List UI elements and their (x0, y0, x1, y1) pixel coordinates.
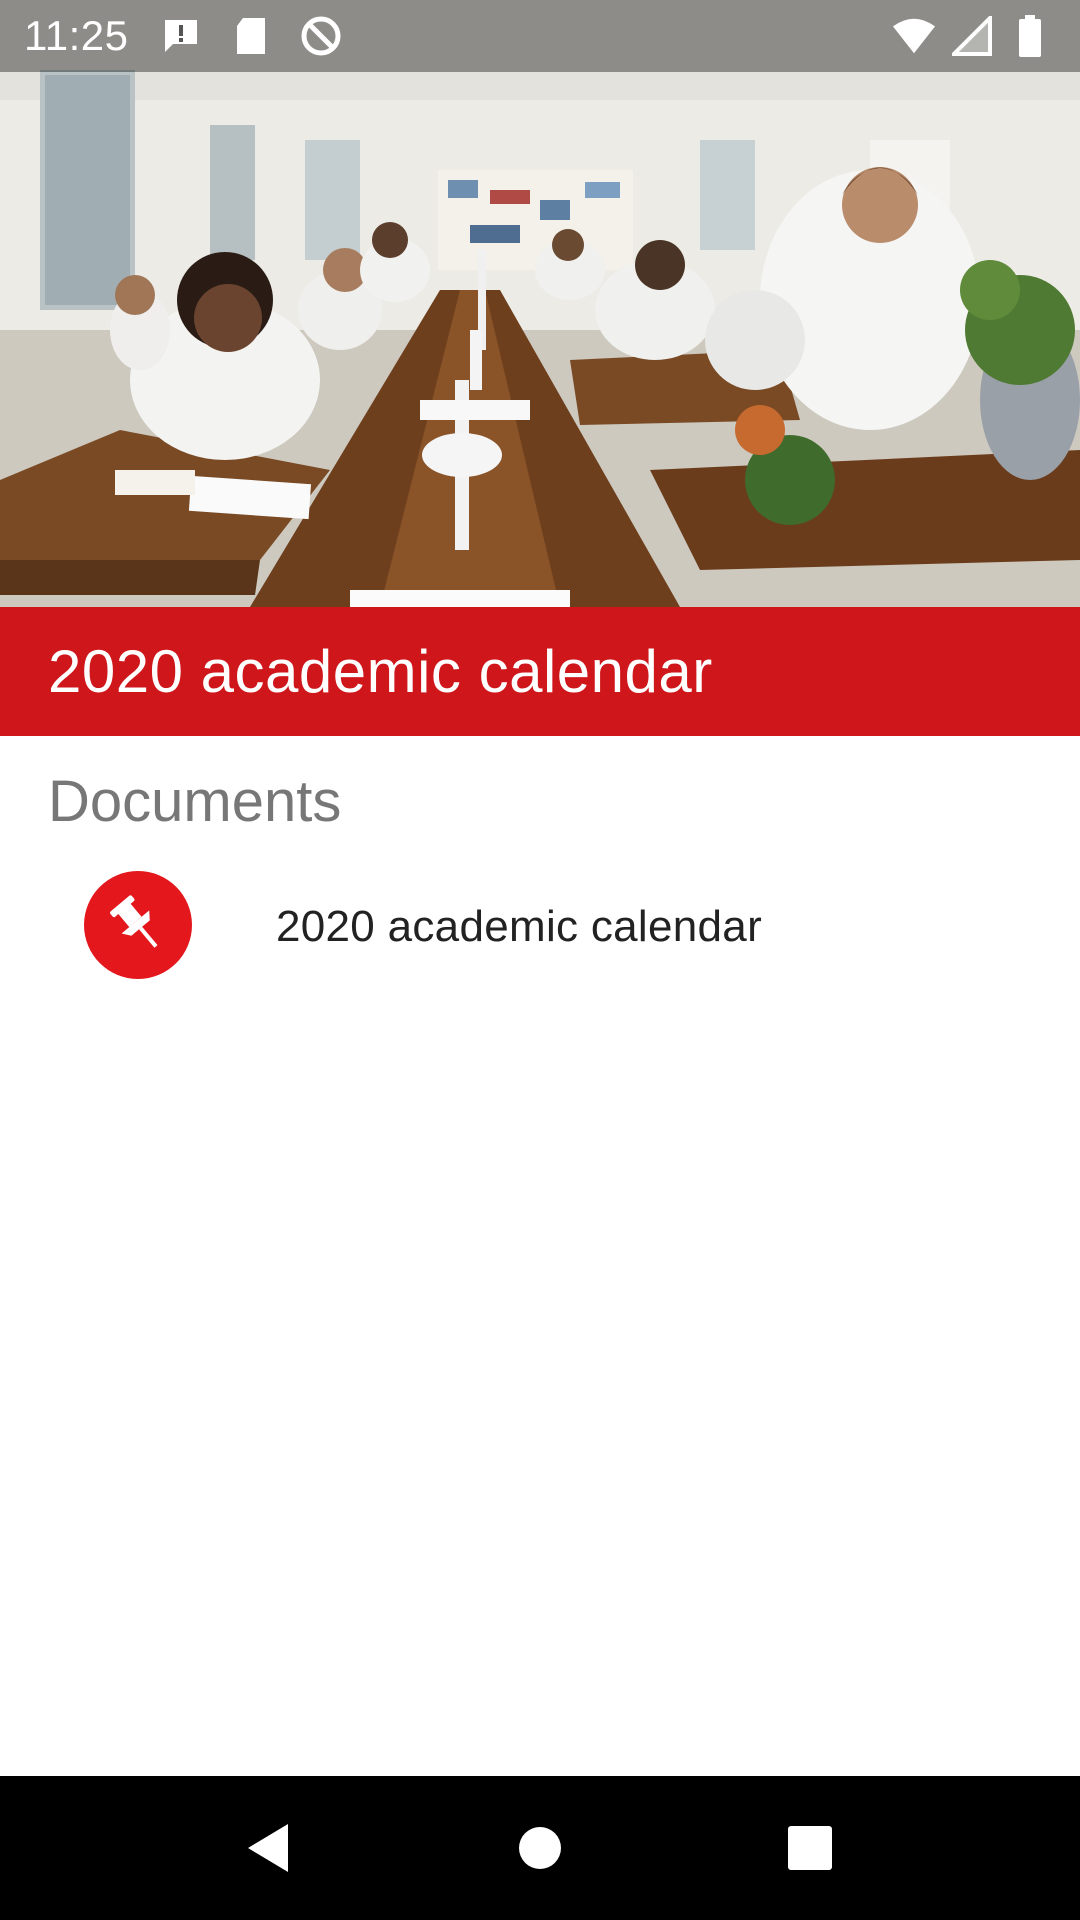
hero-image (0, 0, 1080, 607)
title-banner: 2020 academic calendar (0, 607, 1080, 736)
status-time: 11:25 (24, 12, 129, 59)
page-title: 2020 academic calendar (48, 638, 713, 705)
alert-message-icon (159, 14, 203, 58)
document-label: 2020 academic calendar (276, 902, 763, 951)
pushpin-icon (84, 871, 192, 979)
sd-card-icon (229, 14, 273, 58)
status-bar: 11:25 (0, 0, 1080, 72)
recents-icon[interactable] (740, 1776, 880, 1920)
status-right-icons (892, 14, 1056, 58)
documents-heading: Documents (48, 769, 342, 834)
document-list-item[interactable]: 2020 academic calendar (0, 860, 1080, 990)
wifi-icon (892, 14, 936, 58)
home-icon[interactable] (470, 1776, 610, 1920)
sync-disabled-icon (299, 14, 343, 58)
navigation-bar (0, 1776, 1080, 1920)
cellular-signal-icon (950, 14, 994, 58)
back-icon[interactable] (198, 1776, 338, 1920)
battery-icon (1008, 14, 1052, 58)
